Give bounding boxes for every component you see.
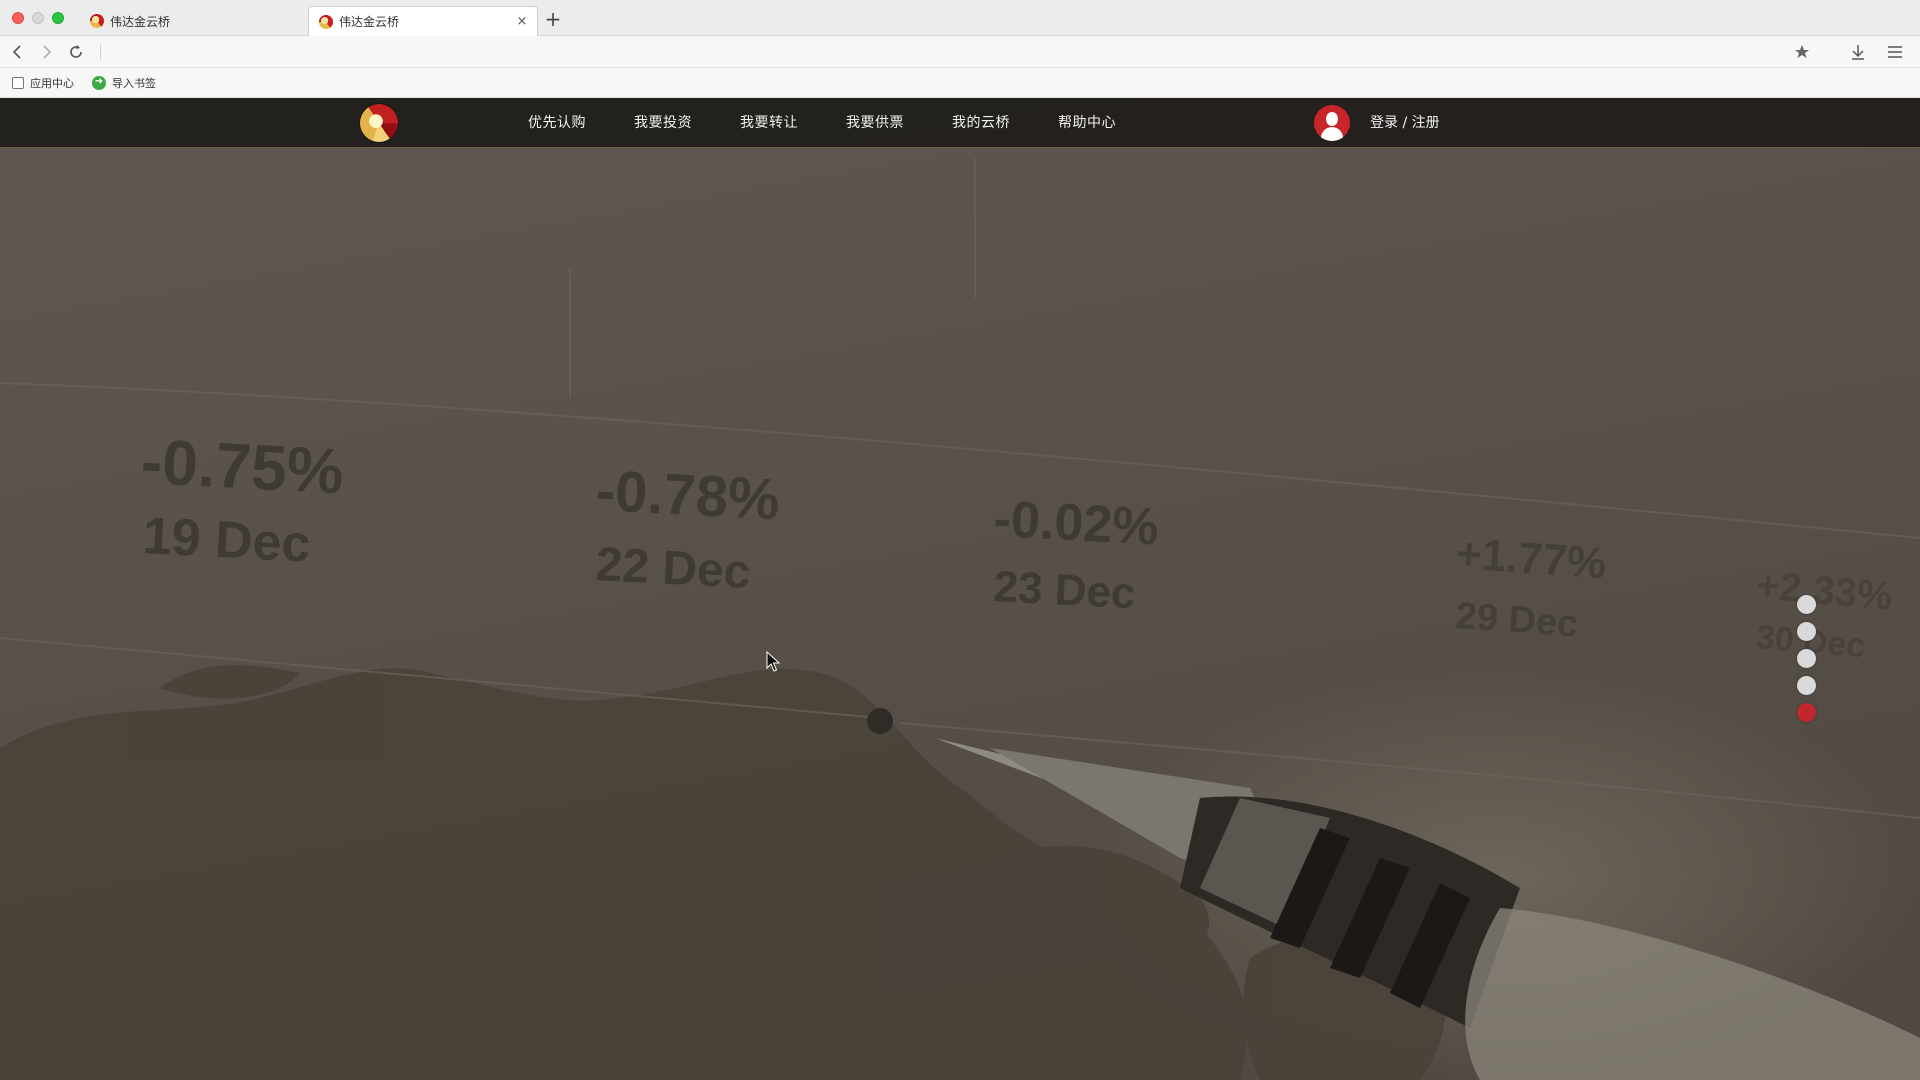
download-icon[interactable] <box>1848 42 1868 62</box>
close-window-button[interactable] <box>12 12 24 24</box>
url-field[interactable] <box>100 44 101 60</box>
nav-item-my-yunqiao[interactable]: 我的云桥 <box>928 98 1034 148</box>
menu-icon[interactable] <box>1885 42 1905 62</box>
tab-title: 伟达金云桥 <box>339 15 400 29</box>
minimize-window-button[interactable] <box>32 12 44 24</box>
reload-icon[interactable] <box>66 42 86 62</box>
bookmark-import[interactable]: ➜ 导入书签 <box>92 68 156 98</box>
slider-dot[interactable] <box>1797 676 1816 695</box>
slider-pagination <box>1797 595 1817 730</box>
hero-figure-pct: -0.78% <box>594 458 781 533</box>
nav-item-priority-subscription[interactable]: 优先认购 <box>504 98 610 148</box>
forward-icon[interactable] <box>36 42 56 62</box>
browser-tab-bar: 伟达金云桥 伟达金云桥 × + <box>0 0 1920 36</box>
site-header: 优先认购 我要投资 我要转让 我要供票 我的云桥 帮助中心 登录 / 注册 <box>0 98 1920 148</box>
browser-tab-active[interactable]: 伟达金云桥 × <box>308 6 538 36</box>
new-tab-button[interactable]: + <box>544 9 562 29</box>
user-avatar-icon[interactable] <box>1314 105 1350 141</box>
main-nav: 优先认购 我要投资 我要转让 我要供票 我的云桥 帮助中心 <box>504 98 1140 148</box>
hero-figure-date: 19 Dec <box>141 507 311 574</box>
bookmark-apps[interactable]: 应用中心 <box>12 68 74 98</box>
hero-figure-pct: +2.33% <box>1754 563 1894 619</box>
hero-figure-date: 29 Dec <box>1454 595 1579 645</box>
back-icon[interactable] <box>8 42 28 62</box>
nav-item-invest[interactable]: 我要投资 <box>610 98 716 148</box>
slider-dot[interactable] <box>1797 622 1816 641</box>
slider-dot[interactable] <box>1797 649 1816 668</box>
login-register-link[interactable]: 登录 / 注册 <box>1370 98 1440 148</box>
nav-item-supply-bills[interactable]: 我要供票 <box>822 98 928 148</box>
hero-figure-pct: -0.02% <box>992 490 1160 557</box>
site-favicon-icon <box>90 14 104 28</box>
maximize-window-button[interactable] <box>52 12 64 24</box>
bookmark-label: 导入书签 <box>112 77 156 90</box>
hero-figure-date: 22 Dec <box>594 538 751 599</box>
hero-background: -0.75% 19 Dec -0.78% 22 Dec -0.02% 23 De… <box>0 158 1920 1080</box>
page-viewport: -0.75% 19 Dec -0.78% 22 Dec -0.02% 23 De… <box>0 98 1920 1080</box>
close-tab-icon[interactable]: × <box>515 14 529 29</box>
hero-figure-date: 23 Dec <box>992 562 1136 618</box>
bookmarks-bar: 应用中心 ➜ 导入书签 <box>0 68 1920 98</box>
tab-title: 伟达金云桥 <box>110 14 171 29</box>
hero-figures: -0.75% 19 Dec -0.78% 22 Dec -0.02% 23 De… <box>139 425 1894 665</box>
nav-item-help-center[interactable]: 帮助中心 <box>1034 98 1140 148</box>
apps-icon <box>12 77 24 89</box>
hero-figure-pct: -0.75% <box>139 425 345 508</box>
star-icon[interactable] <box>1792 42 1812 62</box>
site-logo[interactable] <box>360 104 398 142</box>
import-bookmarks-icon: ➜ <box>92 76 106 90</box>
slider-dot[interactable] <box>1797 595 1816 614</box>
bookmark-label: 应用中心 <box>30 77 74 90</box>
browser-toolbar <box>0 36 1920 68</box>
browser-tab[interactable]: 伟达金云桥 <box>86 6 306 36</box>
site-favicon-icon <box>319 14 333 29</box>
slider-dot-active[interactable] <box>1797 703 1816 722</box>
mouse-cursor-icon <box>766 651 781 672</box>
hero-figure-pct: +1.77% <box>1454 529 1608 588</box>
nav-item-transfer[interactable]: 我要转让 <box>716 98 822 148</box>
